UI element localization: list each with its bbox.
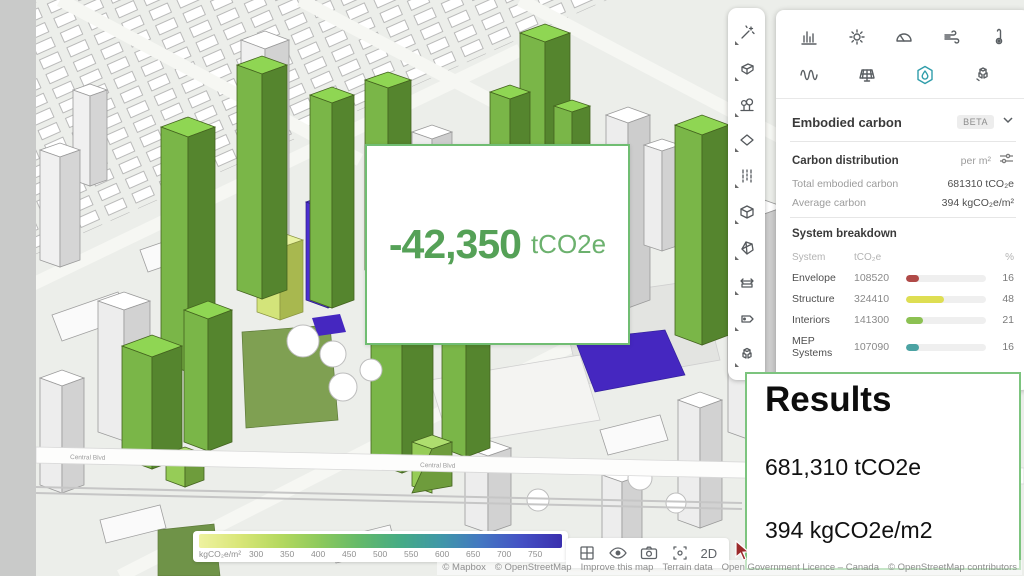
chevron-down-icon[interactable] (1002, 113, 1014, 131)
row-value: 324410 (854, 293, 890, 306)
row-name: MEP Systems (792, 335, 833, 360)
statistics-icon[interactable] (792, 20, 826, 54)
row-name: Structure (792, 293, 835, 306)
massing-blocks-icon[interactable] (966, 58, 1000, 92)
analysis-icon-grid (776, 10, 1024, 99)
embodied-carbon-panel: Embodied carbon BETA Carbon distribution… (776, 10, 1024, 390)
attr-terrain: Terrain data (662, 562, 713, 573)
bar-fill (906, 274, 919, 282)
sliders-icon[interactable] (999, 152, 1014, 170)
panel-title: Embodied carbon (792, 114, 902, 130)
results-title: Results (765, 380, 892, 419)
attr-licence: Open Government Licence – Canada (721, 562, 880, 573)
carbon-delta-value: -42,350 (388, 221, 522, 267)
legend-tick: 500 (373, 549, 388, 559)
vegetation-trees-icon[interactable] (734, 92, 760, 118)
carbon-delta-card: -42,350 tCO2e (365, 144, 630, 345)
bar-fill (906, 343, 919, 351)
2d-mode-button[interactable]: 2D (701, 546, 718, 561)
row-value: 107090 (854, 341, 890, 354)
carbon-legend: kgCO₂e/m² 300 350 400 450 500 550 600 65… (193, 531, 568, 562)
road-lines-icon[interactable] (734, 163, 760, 189)
total-embodied-carbon-row: Total embodied carbon 681310 tCO₂e (792, 178, 1014, 190)
bar-track (906, 295, 986, 303)
parcel-plane-icon[interactable] (734, 127, 760, 153)
bar-track (906, 274, 986, 282)
legend-tick: 350 (280, 549, 295, 559)
attr-mapbox: © Mapbox (442, 562, 486, 573)
stat-value: 681310 tCO₂e (947, 178, 1014, 190)
attr-osm: © OpenStreetMap (494, 562, 572, 573)
thermometer-icon[interactable] (982, 20, 1016, 54)
row-value: 141300 (854, 314, 890, 327)
legend-tick: 600 (435, 549, 450, 559)
carbon-distribution-label: Carbon distribution (792, 155, 899, 167)
stat-value: 394 kgCO₂e/m² (941, 197, 1014, 209)
breakdown-header: System tCO₂e % (792, 252, 1014, 263)
blocks-cluster-icon[interactable] (734, 342, 760, 368)
bar-track (906, 316, 986, 324)
row-name: Envelope (792, 272, 836, 284)
results-box: Results 681,310 tCO2e 394 kgCO2e/m2 (745, 372, 1021, 570)
left-toolbar (728, 8, 765, 380)
col-tco2e: tCO₂e (854, 252, 882, 263)
wind-icon[interactable] (935, 20, 969, 54)
row-pct: 21 (1002, 314, 1014, 327)
building-block-icon[interactable] (734, 56, 760, 82)
per-m2-label: per m² (960, 155, 991, 167)
volume-cube-icon[interactable] (734, 199, 760, 225)
attr-contributors: © OpenStreetMap contributors (888, 562, 1017, 573)
solar-panel-icon[interactable] (850, 58, 884, 92)
sun-hours-dome-icon[interactable] (887, 20, 921, 54)
row-pct: 16 (1002, 341, 1014, 354)
ai-wand-icon[interactable] (734, 20, 760, 46)
noise-wave-icon[interactable] (792, 58, 826, 92)
average-carbon-row: Average carbon 394 kgCO₂e/m² (792, 197, 1014, 209)
bar-fill (906, 295, 945, 303)
row-value: 108520 (854, 272, 890, 285)
stat-label: Total embodied carbon (792, 178, 899, 190)
row-pct: 16 (1002, 272, 1014, 285)
app-window: Central Blvd Central Blvd Embodied carbo… (0, 0, 1024, 576)
results-average: 394 kgCO2e/m2 (765, 517, 933, 543)
table-row: Envelope 108520 16 (792, 272, 1014, 284)
legend-tick: 300 (249, 549, 264, 559)
col-pct: % (1005, 252, 1014, 263)
map-attribution: © Mapbox © OpenStreetMap Improve this ma… (437, 560, 1022, 575)
legend-tick: 550 (404, 549, 419, 559)
street-label: Central Blvd (70, 454, 106, 462)
table-row: MEP Systems 107090 16 (792, 335, 1014, 359)
left-gray-band (0, 0, 36, 576)
label-tag-icon[interactable] (734, 306, 760, 332)
legend-tick: 750 (528, 549, 543, 559)
carbon-delta-unit: tCO2e (530, 229, 607, 259)
row-name: Interiors (792, 314, 830, 327)
measure-arrows-icon[interactable] (734, 270, 760, 296)
terrain-polyhedron-icon[interactable] (734, 235, 760, 261)
embodied-carbon-drop-icon[interactable] (908, 58, 942, 92)
sun-icon[interactable] (840, 20, 874, 54)
legend-tick: 650 (466, 549, 481, 559)
improve-map-link[interactable]: Improve this map (581, 562, 654, 573)
bar-track (906, 343, 986, 351)
system-breakdown-title: System breakdown (792, 228, 897, 240)
bar-fill (906, 316, 923, 324)
mouse-cursor (735, 540, 750, 561)
legend-tick: 400 (311, 549, 326, 559)
street-label: Central Blvd (420, 462, 456, 470)
beta-badge: BETA (957, 115, 994, 129)
results-total: 681,310 tCO2e (765, 454, 922, 480)
table-row: Structure 324410 48 (792, 293, 1014, 305)
legend-gradient-bar (199, 534, 562, 548)
table-row: Interiors 141300 21 (792, 314, 1014, 326)
col-system: System (792, 252, 826, 263)
legend-tick: 450 (342, 549, 357, 559)
row-pct: 48 (1002, 293, 1014, 306)
stat-label: Average carbon (792, 197, 866, 209)
legend-tick: 700 (497, 549, 512, 559)
legend-unit: kgCO₂e/m² (199, 549, 242, 559)
